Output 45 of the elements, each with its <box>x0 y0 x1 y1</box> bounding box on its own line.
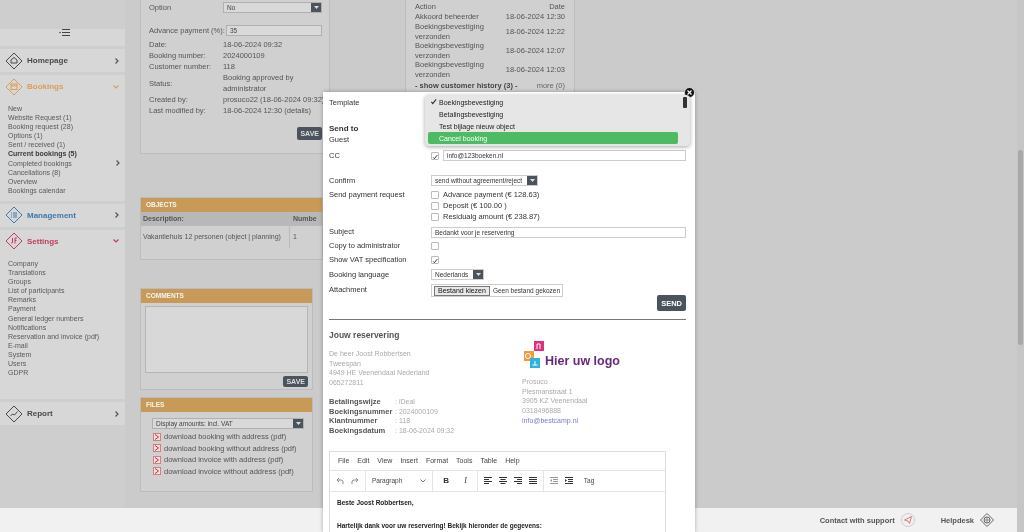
chevron-down-icon[interactable] <box>420 478 427 483</box>
scrollbar[interactable] <box>683 97 687 108</box>
align-right-icon[interactable] <box>513 477 522 485</box>
lifebuoy-icon[interactable] <box>980 513 994 527</box>
align-left-icon[interactable] <box>483 477 492 485</box>
align-center-icon[interactable] <box>498 477 507 485</box>
outdent-icon[interactable] <box>549 477 558 485</box>
undo-icon[interactable] <box>336 477 344 485</box>
indent-icon[interactable] <box>564 477 573 485</box>
logo-icon <box>524 341 546 371</box>
diamond-icon <box>5 232 23 251</box>
pdf-icon <box>153 432 161 441</box>
section-title: Send to <box>329 123 359 134</box>
redo-icon[interactable] <box>351 477 359 485</box>
chevron-right-icon[interactable] <box>115 57 119 64</box>
chevron-right-icon[interactable] <box>115 212 119 219</box>
caret-icon[interactable] <box>313 6 319 9</box>
italic-button[interactable]: I <box>460 476 471 486</box>
chevron-right-icon[interactable] <box>116 160 120 167</box>
caret-icon[interactable] <box>529 179 535 182</box>
window-icon <box>5 77 23 96</box>
checkbox[interactable] <box>431 190 439 199</box>
comments-field[interactable] <box>145 306 308 373</box>
logo-text: Hier uw logo <box>545 354 620 368</box>
menu-icon[interactable] <box>59 29 70 36</box>
chevron-down-icon[interactable] <box>113 239 119 244</box>
chart-line-icon <box>5 404 23 423</box>
align-justify-icon[interactable] <box>528 477 537 485</box>
checkbox[interactable] <box>431 256 439 264</box>
sidebar-section[interactable]: Settings <box>27 236 109 246</box>
bold-button[interactable]: B <box>439 476 454 486</box>
house-icon <box>5 51 23 70</box>
checkbox[interactable] <box>431 151 439 160</box>
pdf-icon <box>153 444 161 453</box>
pdf-icon <box>153 467 161 476</box>
preview-title: Jouw reservering <box>329 330 401 340</box>
scrollbar[interactable] <box>1018 150 1023 345</box>
checkbox[interactable] <box>431 242 439 250</box>
caret-icon[interactable] <box>475 273 481 276</box>
chevron-right-icon[interactable] <box>115 410 119 417</box>
list-icon <box>5 206 23 225</box>
checkbox[interactable] <box>431 212 439 221</box>
caret-icon[interactable] <box>295 422 301 425</box>
checkbox[interactable] <box>431 201 439 210</box>
pdf-icon <box>153 455 161 464</box>
